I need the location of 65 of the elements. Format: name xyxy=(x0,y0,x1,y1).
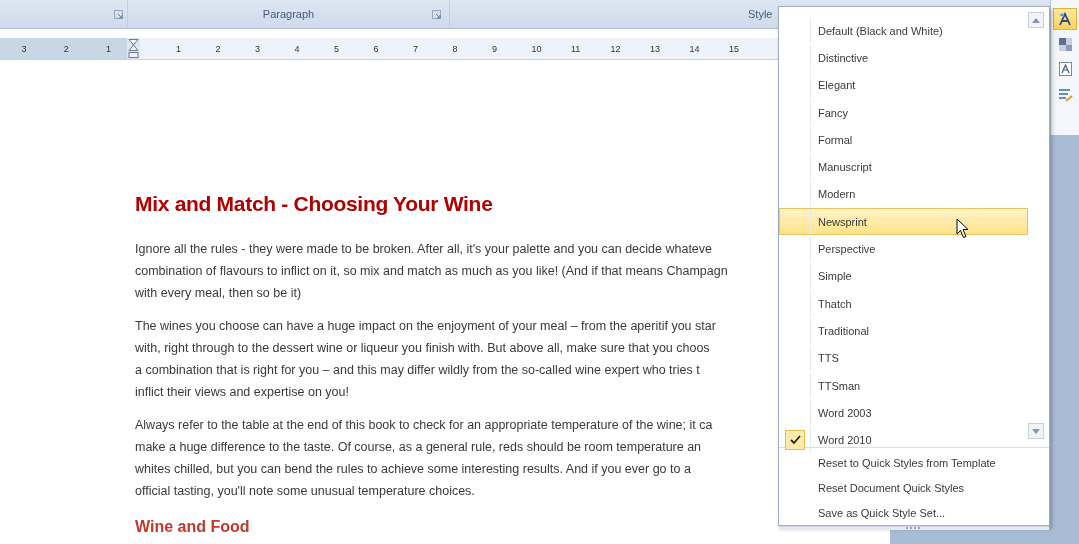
scroll-up-button[interactable] xyxy=(1028,12,1044,28)
dialog-launcher-icon[interactable] xyxy=(432,10,441,19)
ruler-number: 3 xyxy=(20,43,28,54)
text-line: with, right through to the dessert wine or liqueur you finish with. But above all, make sure that you choos xyxy=(135,340,710,357)
menu-command[interactable]: Reset to Quick Styles from Template xyxy=(810,451,1049,476)
menu-item[interactable]: Newsprint xyxy=(779,208,1028,236)
ruler-number: 7 xyxy=(412,43,419,54)
menu-item[interactable]: Word 2003 xyxy=(779,399,1028,427)
menu-command[interactable]: Reset Document Quick Styles xyxy=(810,476,1049,501)
ruler-number: 6 xyxy=(372,43,380,54)
resize-grip[interactable] xyxy=(779,526,1049,530)
font-icon xyxy=(1056,60,1074,78)
menu-item[interactable]: TTSman xyxy=(779,371,1028,400)
ruler-number: 9 xyxy=(491,43,498,54)
menu-item[interactable]: Manuscript xyxy=(779,153,1028,181)
ruler-number: 14 xyxy=(688,43,701,54)
ruler-number: 15 xyxy=(728,43,740,54)
menu-item[interactable]: Formal xyxy=(779,126,1028,154)
ruler-number: 4 xyxy=(293,43,301,54)
ruler-number: 2 xyxy=(214,43,222,54)
up-arrow-icon xyxy=(1032,17,1040,23)
ruler-number: 5 xyxy=(333,43,340,54)
ruler-number: 1 xyxy=(105,43,113,54)
style-set-icon xyxy=(1056,10,1074,28)
menu-item[interactable]: Distinctive xyxy=(779,44,1028,72)
scroll-down-button[interactable] xyxy=(1028,423,1044,439)
menu-item[interactable]: Default (Black and White) xyxy=(779,17,1028,45)
menu-item[interactable]: Thatch xyxy=(779,289,1028,318)
dialog-launcher-icon[interactable] xyxy=(114,9,123,19)
text-line: The wines you choose can have a huge impact on the enjoyment of your meal – from the aperitif you star xyxy=(135,318,716,335)
menu-item[interactable]: Perspective xyxy=(779,235,1028,263)
group-label: Paragraph xyxy=(262,8,315,20)
menu-item[interactable]: Modern xyxy=(779,180,1028,209)
ruler-number: 10 xyxy=(530,43,543,54)
text-line: Ignore all the rules - they were made to be broken. After all, it's your palette and you can decide whateve xyxy=(135,241,713,258)
menu-item[interactable]: Simple xyxy=(779,262,1028,290)
ruler-number: 2 xyxy=(62,43,70,54)
text-line: Always refer to the table at the end of this book to check for an appropriate temperature of the wine; it ca xyxy=(135,417,713,434)
color-palette-icon xyxy=(1056,35,1074,53)
ruler-number: 12 xyxy=(609,43,622,54)
ruler-number: 11 xyxy=(570,43,582,54)
ruler-number: 8 xyxy=(451,43,459,54)
text-line: inflict their views and expertise on you! xyxy=(135,384,349,401)
ruler-number: 3 xyxy=(254,43,261,54)
text-line: whites chilled, but you can bend the rules to achieve some interesting results. And if you ever go to a xyxy=(135,461,691,478)
menu-item[interactable]: TTS xyxy=(779,344,1028,372)
menu-command[interactable]: Save as Quick Style Set... xyxy=(810,501,1049,526)
text-line: with every meal, then so be it) xyxy=(135,285,302,302)
down-arrow-icon xyxy=(1032,428,1040,434)
mouse-pointer-icon xyxy=(956,218,970,239)
text-line: a combination that is right for you – and this may differ wildly from the so-called wine expert who tries t xyxy=(135,362,700,379)
group-label: Style xyxy=(748,8,773,20)
document-heading: Mix and Match - Choosing Your Wine xyxy=(135,192,493,216)
menu-item[interactable]: Fancy xyxy=(779,98,1028,127)
menu-item[interactable]: Elegant xyxy=(779,71,1028,99)
ribbon-tool-button[interactable] xyxy=(1053,8,1077,30)
menu-item[interactable]: Traditional xyxy=(779,317,1028,345)
text-line: combination of flavours to inflict on it, so mix and match as much as you like! (And if that means Champagn xyxy=(135,263,728,280)
ruler-number: 1 xyxy=(175,43,182,54)
menu-item[interactable]: Word 2010 xyxy=(779,426,1028,454)
text-line: make a huge difference to the taste. Of course, as a general rule, reds should be room temperature an xyxy=(135,439,702,456)
section-heading: Wine and Food xyxy=(135,518,250,536)
indent-marker-icon[interactable] xyxy=(128,39,139,58)
ruler-number: 13 xyxy=(649,43,661,54)
text-line: official tasting, you'll note some unusual temperature choices. xyxy=(135,483,475,500)
